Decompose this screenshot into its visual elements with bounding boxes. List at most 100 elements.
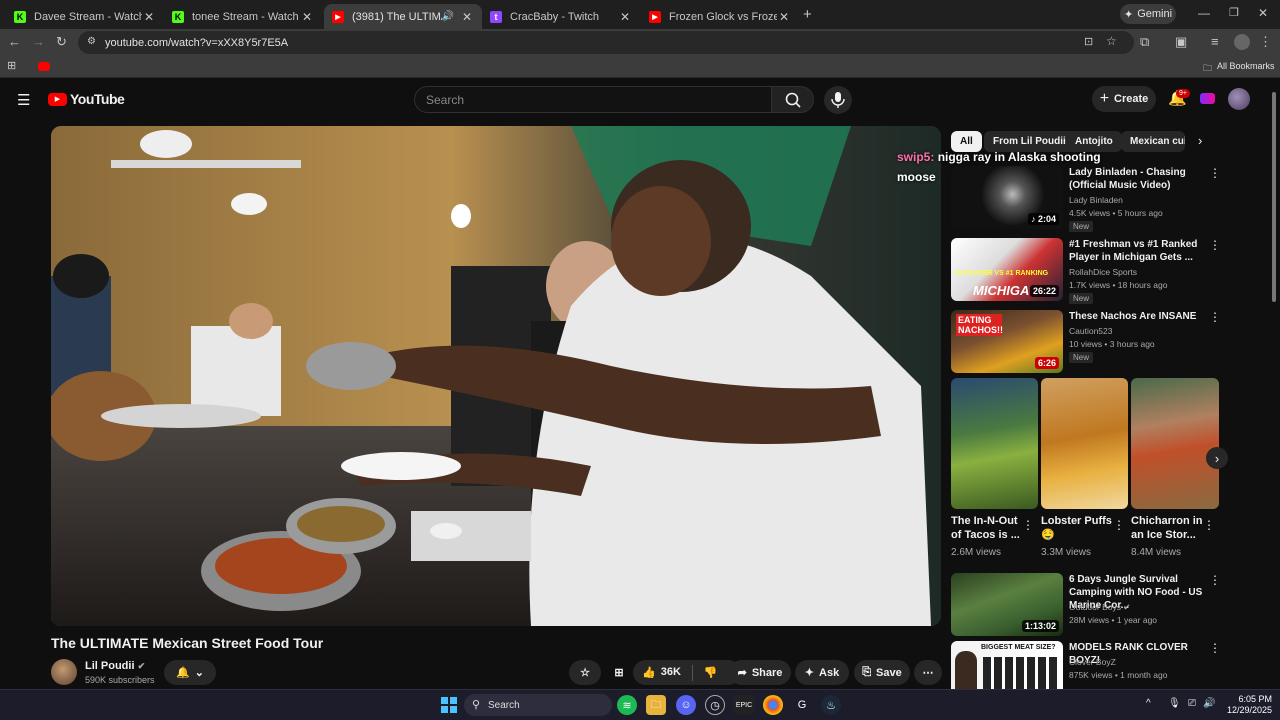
more-icon[interactable]: ⋮ (1022, 518, 1034, 532)
chevron-up-icon[interactable]: ^ (1146, 698, 1151, 709)
spotify-icon[interactable]: ≋ (617, 695, 637, 715)
minimize-icon[interactable]: — (1198, 6, 1210, 20)
premium-icon[interactable] (1200, 93, 1215, 104)
channel-name[interactable]: Outdoor Boys ✔ (1069, 602, 1130, 613)
short-title[interactable]: Lobster Puffs 🤤 (1041, 514, 1113, 542)
search-input[interactable]: Search (414, 86, 772, 113)
network-icon[interactable]: ⎚ (1188, 698, 1196, 709)
like-button[interactable]: 👍 36K (642, 666, 681, 679)
channel-name[interactable]: Caution523 (1069, 326, 1112, 336)
share-button[interactable]: ➦ Share (729, 660, 791, 685)
channel-avatar[interactable] (51, 659, 77, 685)
grid-button[interactable]: ⊞ (606, 660, 632, 685)
chevron-right-icon[interactable]: › (1198, 133, 1202, 148)
channel-name[interactable]: Clover BoyZ (1069, 657, 1116, 667)
side-panel-icon[interactable]: ▣ (1175, 34, 1187, 50)
search-button[interactable] (771, 86, 814, 113)
video-thumbnail[interactable]: EATING NACHOS!! 6:26 (951, 310, 1063, 373)
create-button[interactable]: + Create (1092, 86, 1156, 112)
browser-tab[interactable]: K Davee Stream - Watch Live on K ✕ (6, 4, 164, 29)
recommended-video[interactable]: BIGGEST MEAT SIZE? MODELS RANK CLOVER BO… (951, 641, 1221, 689)
video-title[interactable]: These Nachos Are INSANE (1069, 310, 1211, 323)
address-bar[interactable]: ⚙ youtube.com/watch?v=xXX8Y5r7E5A ⊡ ☆ (78, 31, 1134, 54)
youtube-logo[interactable]: ▶ YouTube (48, 91, 125, 107)
new-tab-icon[interactable]: + (803, 6, 812, 23)
system-clock[interactable]: 6:05 PM 12/29/2025 (1227, 694, 1272, 716)
epic-games-icon[interactable]: EPIC (734, 695, 754, 715)
chip-antojito[interactable]: Antojito (1066, 131, 1122, 152)
close-icon[interactable]: ✕ (300, 10, 314, 24)
more-icon[interactable]: ⋮ (1209, 238, 1221, 252)
close-icon[interactable]: ✕ (618, 10, 632, 24)
video-title[interactable]: #1 Freshman vs #1 Ranked Player in Michi… (1069, 238, 1211, 264)
video-thumbnail[interactable]: #1 PLAYER VS #1 RANKING MICHIGA 26:22 (951, 238, 1063, 301)
site-info-icon[interactable]: ⚙ (87, 36, 96, 47)
youtube-bookmark-icon[interactable] (38, 62, 50, 71)
menu-icon[interactable]: ⋮ (1259, 34, 1272, 50)
speaker-icon[interactable]: 🔊 (442, 11, 454, 22)
back-icon[interactable]: ← (8, 34, 21, 49)
profile-avatar[interactable] (1234, 34, 1250, 50)
channel-name[interactable]: RollahDice Sports (1069, 267, 1137, 277)
volume-icon[interactable]: 🔊 (1203, 698, 1215, 709)
video-thumbnail[interactable]: BIGGEST MEAT SIZE? (951, 641, 1063, 689)
channel-name[interactable]: Lady Binladen (1069, 195, 1123, 205)
subscribed-button[interactable]: 🔔 ⌄ (164, 660, 216, 685)
account-avatar[interactable] (1228, 88, 1250, 110)
hamburger-menu-icon[interactable]: ☰ (17, 91, 30, 109)
thumbs-down-icon[interactable]: 👎 (704, 666, 718, 679)
browser-tab[interactable]: K tonee Stream - Watch Live on K ✕ (164, 4, 322, 29)
windows-start-icon[interactable] (439, 695, 459, 715)
restore-icon[interactable]: ❐ (1229, 6, 1239, 19)
all-bookmarks-button[interactable]: 🗀 All Bookmarks (1203, 61, 1275, 77)
apps-icon[interactable]: ⊞ (7, 59, 16, 72)
short-title[interactable]: The In-N-Out of Tacos is ... (951, 514, 1023, 542)
short-title[interactable]: Chicharron in an Ice Stor... (1131, 514, 1203, 542)
close-icon[interactable]: ✕ (777, 10, 791, 24)
more-icon[interactable]: ⋮ (1203, 518, 1215, 532)
scrollbar-thumb[interactable] (1272, 92, 1276, 302)
discord-icon[interactable]: ☺ (676, 695, 696, 715)
forward-icon[interactable]: → (32, 34, 45, 49)
reload-icon[interactable]: ↻ (56, 34, 67, 50)
scrollbar-track[interactable] (1271, 82, 1277, 688)
chip-from-channel[interactable]: From Lil Poudii (984, 131, 1075, 152)
more-icon[interactable]: ⋮ (1209, 166, 1221, 180)
file-explorer-icon[interactable]: 🗀 (646, 695, 666, 715)
more-icon[interactable]: ⋮ (1209, 310, 1221, 324)
close-icon[interactable]: ✕ (142, 10, 156, 24)
g-hub-icon[interactable]: G (792, 695, 812, 715)
recommended-video[interactable]: ♪ 2:04 Lady Binladen - Chasing (Official… (951, 166, 1221, 232)
star-button[interactable]: ☆ (569, 660, 601, 685)
clock-app-icon[interactable]: ◷ (705, 695, 725, 715)
chrome-icon[interactable] (763, 695, 783, 715)
recommended-video[interactable]: #1 PLAYER VS #1 RANKING MICHIGA 26:22 #1… (951, 238, 1221, 304)
channel-name[interactable]: Lil Poudii ✔ (85, 660, 145, 672)
browser-tab[interactable]: ▶ Frozen Glock vs Frozen M&P - Y ✕ (641, 4, 799, 29)
short-thumbnail[interactable] (1041, 378, 1128, 509)
more-icon[interactable]: ⋮ (1209, 573, 1221, 587)
recommended-video[interactable]: EATING NACHOS!! 6:26 These Nachos Are IN… (951, 310, 1221, 373)
more-actions-button[interactable]: ⋯ (914, 660, 942, 685)
bookmark-star-icon[interactable]: ☆ (1106, 34, 1117, 48)
short-thumbnail[interactable] (1131, 378, 1219, 509)
taskbar-search[interactable]: ⚲ Search (464, 694, 612, 716)
save-button[interactable]: ⎘ Save (854, 660, 910, 685)
browser-tab-active[interactable]: ▶ (3981) The ULTIMATE Mexic 🔊 ✕ (324, 4, 482, 29)
video-thumbnail[interactable]: ♪ 2:04 (951, 166, 1063, 229)
extensions-icon[interactable]: ⧉ (1140, 34, 1149, 50)
video-title[interactable]: Lady Binladen - Chasing (Official Music … (1069, 166, 1211, 192)
more-icon[interactable]: ⋮ (1209, 641, 1221, 655)
more-icon[interactable]: ⋮ (1113, 518, 1125, 532)
recommended-video[interactable]: 1:13:02 6 Days Jungle Survival Camping w… (951, 573, 1221, 636)
gemini-button[interactable]: ✦ Gemini (1120, 4, 1176, 24)
chip-all[interactable]: All (951, 131, 982, 152)
browser-tab[interactable]: t CracBaby - Twitch ✕ (482, 4, 640, 29)
shorts-next-button[interactable]: › (1206, 447, 1228, 469)
chip-mexican-cuisine[interactable]: Mexican cuis (1121, 131, 1185, 152)
ask-button[interactable]: ✦ Ask (795, 660, 849, 685)
video-thumbnail[interactable]: 1:13:02 (951, 573, 1063, 636)
short-thumbnail[interactable] (951, 378, 1038, 509)
steam-icon[interactable]: ♨ (821, 695, 841, 715)
voice-search-button[interactable] (824, 86, 852, 114)
